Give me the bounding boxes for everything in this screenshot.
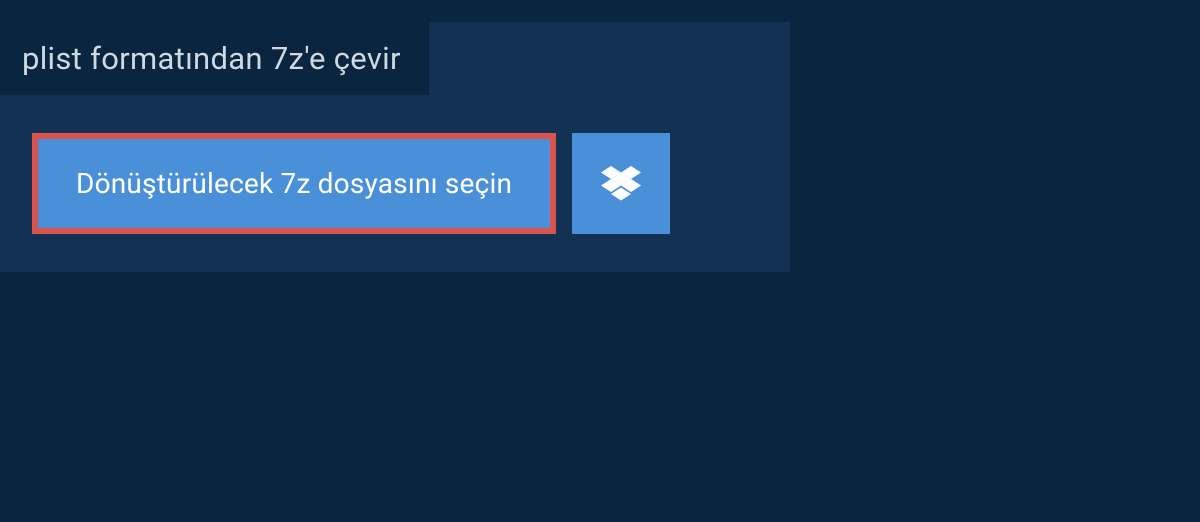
select-file-button[interactable]: Dönüştürülecek 7z dosyasını seçin [32,133,556,234]
dropbox-button[interactable] [572,133,670,234]
button-row: Dönüştürülecek 7z dosyasını seçin [32,133,790,234]
title-bar: plist formatından 7z'e çevir [0,22,429,95]
page-title: plist formatından 7z'e çevir [22,40,401,77]
converter-panel: plist formatından 7z'e çevir Dönüştürüle… [0,22,790,272]
dropbox-icon [601,166,641,202]
